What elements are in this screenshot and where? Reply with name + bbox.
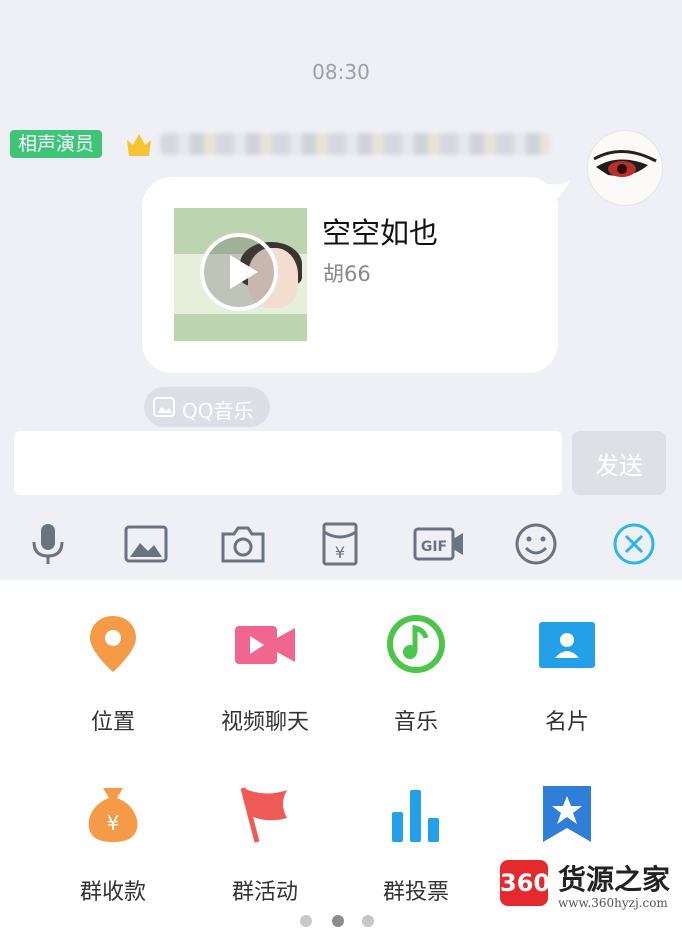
feature-group-activity[interactable]: 群活动 bbox=[190, 784, 340, 934]
feature-video-chat[interactable]: 视频聊天 bbox=[190, 614, 340, 764]
crown-icon bbox=[124, 130, 154, 158]
camera-icon[interactable] bbox=[219, 522, 267, 566]
feature-label: 群收款 bbox=[79, 880, 146, 905]
bookmark-star-icon bbox=[543, 786, 591, 842]
emoji-icon[interactable] bbox=[512, 522, 560, 566]
svg-text:¥: ¥ bbox=[107, 811, 120, 835]
feature-label: 位置 bbox=[90, 710, 135, 735]
red-packet-icon[interactable]: ¥ bbox=[316, 522, 364, 566]
watermark-name: 货源之家 bbox=[558, 863, 671, 896]
feature-label: 音乐 bbox=[393, 710, 438, 735]
feature-group-payment[interactable]: ¥ 群收款 bbox=[38, 784, 188, 934]
feature-music[interactable]: 音乐 bbox=[341, 614, 491, 764]
music-note-icon bbox=[387, 615, 445, 673]
feature-label: 群投票 bbox=[382, 880, 449, 905]
contact-card-icon bbox=[539, 622, 595, 668]
avatar[interactable] bbox=[588, 131, 662, 205]
page-dot[interactable] bbox=[300, 915, 312, 927]
watermark-logo: 360 bbox=[500, 860, 550, 906]
page-indicator[interactable] bbox=[300, 915, 380, 929]
microphone-icon[interactable] bbox=[24, 522, 72, 566]
watermark-url: www.360hyzj.com bbox=[558, 896, 668, 910]
flag-icon bbox=[240, 787, 287, 843]
play-button[interactable] bbox=[200, 233, 278, 311]
image-icon[interactable] bbox=[122, 522, 170, 566]
song-artist: 胡66 bbox=[323, 262, 371, 286]
source-label: QQ音乐 bbox=[182, 399, 254, 423]
gif-icon[interactable]: GIF bbox=[413, 522, 465, 566]
send-button[interactable]: 发送 bbox=[572, 431, 666, 495]
input-toolbar: ¥ GIF bbox=[0, 512, 682, 576]
location-pin-icon bbox=[90, 616, 136, 672]
feature-group-vote[interactable]: 群投票 bbox=[341, 784, 491, 934]
svg-text:GIF: GIF bbox=[421, 539, 447, 555]
watermark: 360 货源之家 www.360hyzj.com bbox=[500, 858, 682, 914]
page-dot[interactable] bbox=[362, 915, 374, 927]
close-circle-icon[interactable] bbox=[610, 522, 658, 566]
chat-area: 08:30 相声演员 空空如也 胡66 QQ音乐 发送 ¥ GIF bbox=[0, 0, 682, 580]
message-input[interactable] bbox=[14, 431, 562, 495]
sender-name-obscured bbox=[160, 133, 550, 155]
feature-label: 群活动 bbox=[231, 880, 298, 905]
feature-contact-card[interactable]: 名片 bbox=[492, 614, 642, 764]
play-icon bbox=[230, 255, 258, 289]
video-camera-icon bbox=[235, 626, 295, 664]
rank-badge: 相声演员 bbox=[10, 130, 103, 158]
feature-label: 视频聊天 bbox=[220, 710, 309, 735]
bar-chart-icon bbox=[392, 790, 439, 842]
money-bag-icon: ¥ bbox=[88, 788, 138, 842]
source-chip[interactable]: QQ音乐 bbox=[144, 387, 270, 427]
feature-location[interactable]: 位置 bbox=[38, 614, 188, 764]
message-timestamp: 08:30 bbox=[312, 60, 370, 84]
song-title[interactable]: 空空如也 bbox=[322, 210, 438, 252]
page-dot-active[interactable] bbox=[332, 915, 344, 927]
feature-label: 名片 bbox=[544, 710, 589, 735]
image-icon bbox=[153, 397, 175, 417]
sender-row: 相声演员 bbox=[10, 130, 570, 158]
svg-text:¥: ¥ bbox=[335, 543, 345, 562]
